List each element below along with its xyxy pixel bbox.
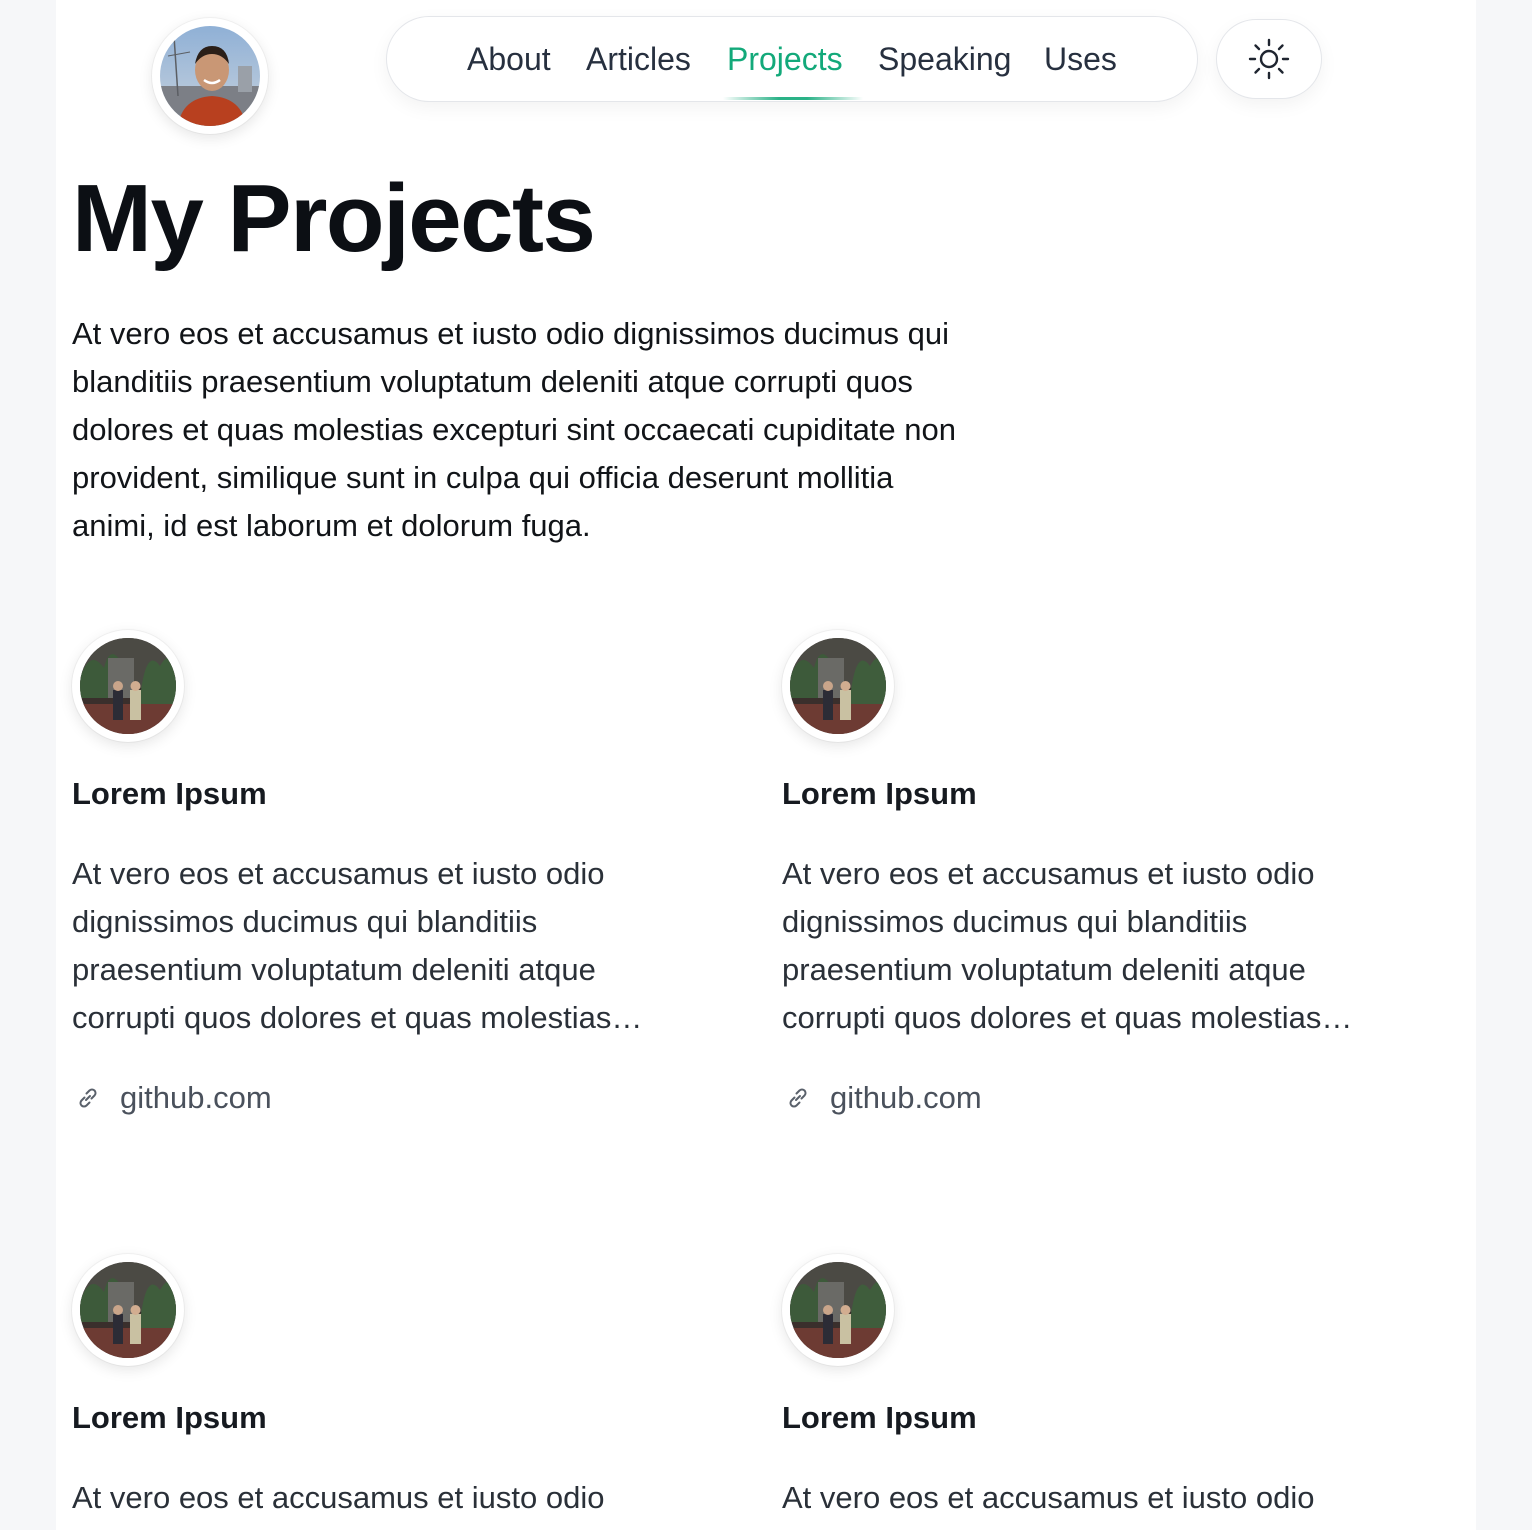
project-logo [782,630,894,742]
active-nav-indicator [723,97,863,100]
project-description: At vero eos et accusamus et iusto odio [782,1480,1315,1515]
link-icon [72,1082,104,1114]
nav-item-speaking[interactable]: Speaking [878,39,1011,79]
nav-item-projects[interactable]: Projects [727,39,843,79]
project-link-text[interactable]: github.com [830,1078,982,1118]
nav-item-articles[interactable]: Articles [586,39,691,79]
profile-photo-icon [160,26,260,126]
page-intro: At vero eos et accusamus et iusto odio d… [72,316,956,543]
project-link-text[interactable]: github.com [120,1078,272,1118]
nav-item-uses[interactable]: Uses [1044,39,1117,79]
sun-icon [1248,38,1290,80]
link-icon [782,1082,814,1114]
project-card[interactable]: Lorem Ipsum At vero eos et accusamus et … [72,1254,712,1530]
project-description: At vero eos et accusamus et iusto odio d… [72,856,612,1035]
project-photo-icon [790,1262,886,1358]
page: About Articles Projects Speaking Uses My… [56,0,1476,1530]
nav-item-about[interactable]: About [467,39,551,79]
project-logo [72,630,184,742]
project-card[interactable]: Lorem Ipsum At vero eos et accusamus et … [782,630,1422,1130]
project-photo-icon [790,638,886,734]
project-logo [72,1254,184,1366]
project-description: At vero eos et accusamus et iusto odio d… [782,856,1322,1035]
page-title: My Projects [72,165,596,272]
project-link[interactable]: github.com [72,1076,272,1120]
project-card[interactable]: Lorem Ipsum At vero eos et accusamus et … [72,630,712,1130]
project-title[interactable]: Lorem Ipsum [72,774,267,814]
project-title[interactable]: Lorem Ipsum [72,1398,267,1438]
project-description: At vero eos et accusamus et iusto odio [72,1480,605,1515]
project-card[interactable]: Lorem Ipsum At vero eos et accusamus et … [782,1254,1422,1530]
project-logo [782,1254,894,1366]
avatar[interactable] [152,18,268,134]
project-title[interactable]: Lorem Ipsum [782,1398,977,1438]
project-photo-icon [80,1262,176,1358]
project-link[interactable]: github.com [782,1076,982,1120]
project-photo-icon [80,638,176,734]
project-title[interactable]: Lorem Ipsum [782,774,977,814]
theme-toggle-button[interactable] [1216,19,1322,99]
main-nav: About Articles Projects Speaking Uses [386,16,1198,102]
